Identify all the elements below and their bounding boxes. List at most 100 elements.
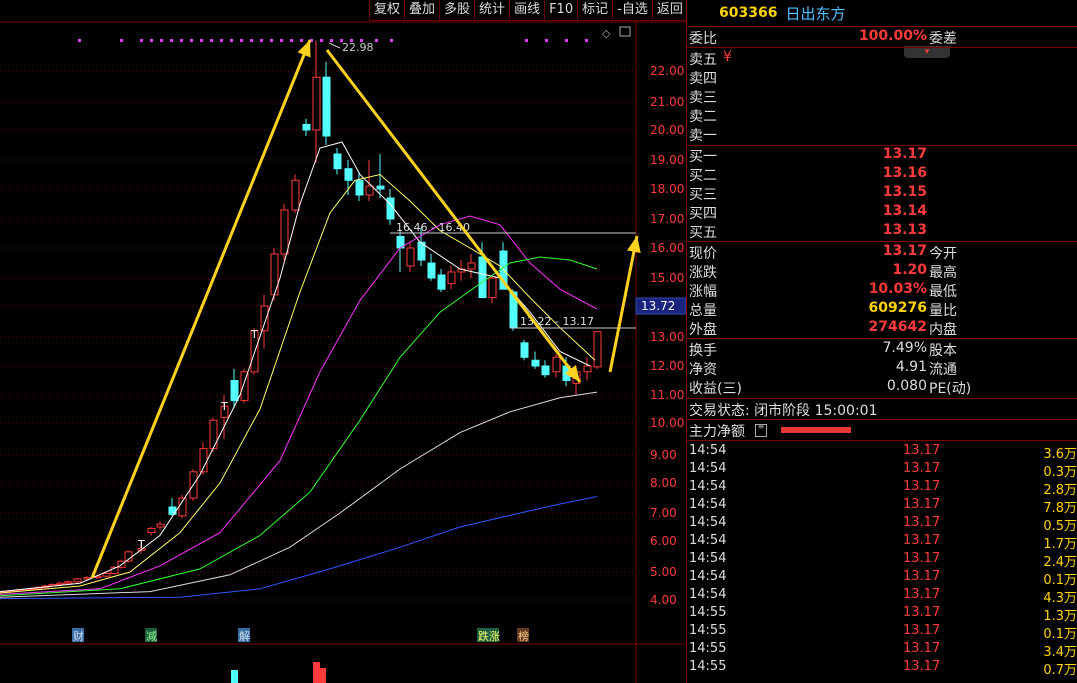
- tick-price: 13.17: [903, 479, 941, 494]
- tick-row[interactable]: 14:54 13.17 0.1万: [689, 569, 1077, 588]
- statistics-button[interactable]: 统计: [474, 0, 510, 21]
- mark-button[interactable]: 标记: [577, 0, 613, 21]
- candle-body: [447, 271, 456, 285]
- buy-level-label: 买二: [689, 168, 717, 184]
- sell-level-row[interactable]: 卖二: [689, 106, 1075, 125]
- price-axis-label: 22.00: [650, 64, 684, 78]
- signal-dot: [210, 39, 213, 42]
- candle-body: [437, 274, 446, 290]
- buy-level-row[interactable]: 买四 13.14: [689, 203, 1075, 222]
- fundamental-value: 7.49%: [882, 340, 927, 356]
- quote-stat-row: 涨幅 10.03% 最低: [689, 281, 1075, 300]
- list-icon[interactable]: ≡: [755, 423, 767, 437]
- volume-bar: [231, 670, 238, 683]
- fundamental-row: 净资 4.91 流通: [689, 359, 1075, 378]
- tick-price: 13.17: [903, 461, 941, 476]
- volume-bar: [319, 668, 326, 683]
- candle-body: [56, 582, 65, 586]
- signal-dot: [120, 39, 123, 42]
- price-axis-label: 19.00: [650, 153, 684, 167]
- overlay-button[interactable]: 叠加: [404, 0, 440, 21]
- signal-dot: [200, 39, 203, 42]
- tick-time: 14:55: [689, 623, 727, 638]
- candle-body: [312, 76, 321, 131]
- buy-level-row[interactable]: 买三 13.15: [689, 184, 1075, 203]
- sell-level-row[interactable]: 卖三: [689, 87, 1075, 106]
- kline-chart[interactable]: 22.00 21.00 20.00 19.00 18.00 17.00 16.00 15.00…: [0, 0, 686, 683]
- main-flow-row[interactable]: 主力净额 ≡: [689, 421, 1075, 440]
- add-watchlist-button[interactable]: -自选: [612, 0, 652, 21]
- restore-rights-button[interactable]: 复权: [369, 0, 405, 21]
- sell-level-row[interactable]: 卖四: [689, 68, 1075, 87]
- buy-level-price: 13.16: [882, 165, 927, 181]
- tick-time: 14:54: [689, 497, 727, 512]
- kline-chart-area[interactable]: 22.00 21.00 20.00 19.00 18.00 17.00 16.00 15.00…: [0, 0, 686, 683]
- tick-time: 14:54: [689, 569, 727, 584]
- tick-time: 14:54: [689, 533, 727, 548]
- tick-row[interactable]: 14:55 13.17 0.7万: [689, 659, 1077, 678]
- tick-time: 14:54: [689, 515, 727, 530]
- buy-level-price: 13.17: [882, 146, 927, 162]
- tick-row[interactable]: 14:54 13.17 3.6万: [689, 443, 1077, 462]
- event-badge: 榜: [518, 629, 529, 643]
- tick-row[interactable]: 14:54 13.17 4.3万: [689, 587, 1077, 606]
- tick-row[interactable]: 14:54 13.17 2.8万: [689, 479, 1077, 498]
- tick-price: 13.17: [903, 515, 941, 530]
- tick-row[interactable]: 14:55 13.17 3.4万: [689, 641, 1077, 660]
- sell-level-price: ¥: [723, 49, 732, 65]
- buy-level-price: 13.15: [882, 184, 927, 200]
- back-button[interactable]: 返回: [651, 0, 687, 21]
- fundamental-value: 0.080: [886, 378, 927, 394]
- tick-row[interactable]: 14:55 13.17 0.1万: [689, 623, 1077, 642]
- tick-row[interactable]: 14:54 13.17 0.3万: [689, 461, 1077, 480]
- quote-panel: 603366 日出东方 委比 100.00% 委差 ▾ 卖五 ¥ 卖四 卖三 卖二 卖一 …: [686, 0, 1077, 683]
- price-axis-label: 15.00: [650, 271, 684, 285]
- tick-row[interactable]: 14:54 13.17 2.4万: [689, 551, 1077, 570]
- price-axis-label: 13.00: [650, 330, 684, 344]
- signal-dot: [230, 39, 233, 42]
- buy-level-row[interactable]: 买五 13.13: [689, 222, 1075, 241]
- tick-price: 13.17: [903, 551, 941, 566]
- tick-row[interactable]: 14:54 13.17 7.8万: [689, 497, 1077, 516]
- signal-t-marker: T: [220, 400, 228, 413]
- candle-body: [64, 581, 73, 584]
- tick-volume: 0.5万: [1043, 519, 1077, 534]
- price-axis-label: 18.00: [650, 182, 684, 196]
- sell-level-row[interactable]: 卖五 ¥: [689, 49, 1075, 68]
- stat-label-2: 量比: [929, 303, 957, 319]
- sell-level-row[interactable]: 卖一: [689, 125, 1075, 144]
- draw-line-button[interactable]: 画线: [509, 0, 545, 21]
- tick-volume: 0.3万: [1043, 465, 1077, 480]
- tick-price: 13.17: [903, 623, 941, 638]
- signal-dot: [300, 39, 303, 42]
- stat-label-2: 今开: [929, 246, 957, 262]
- candle-body: [280, 209, 289, 255]
- sell-level-label: 卖一: [689, 128, 717, 144]
- ma30-line: [0, 256, 598, 597]
- stat-label: 总量: [689, 303, 717, 319]
- buy-level-row[interactable]: 买二 13.16: [689, 165, 1075, 184]
- trend-arrow-rebound-head: [627, 236, 641, 254]
- peak-marker: [328, 42, 341, 49]
- tick-time: 14:54: [689, 551, 727, 566]
- buy-level-label: 买一: [689, 149, 717, 165]
- f10-button[interactable]: F10: [544, 0, 578, 21]
- diamond-icon: ◇: [602, 27, 611, 40]
- tick-price: 13.17: [903, 641, 941, 656]
- weibi-value: 100.00%: [858, 28, 927, 44]
- candle-body: [209, 419, 218, 450]
- signal-dot: [375, 39, 378, 42]
- stat-label: 涨跌: [689, 265, 717, 281]
- candle-body: [520, 342, 529, 358]
- quote-stat-row: 外盘 274642 内盘: [689, 319, 1075, 338]
- multi-stock-button[interactable]: 多股: [439, 0, 475, 21]
- signal-dot: [525, 39, 528, 42]
- buy-level-row[interactable]: 买一 13.17: [689, 146, 1075, 165]
- tick-price: 13.17: [903, 497, 941, 512]
- tick-row[interactable]: 14:54 13.17 1.7万: [689, 533, 1077, 552]
- tick-row[interactable]: 14:54 13.17 0.5万: [689, 515, 1077, 534]
- sell-level-label: 卖二: [689, 109, 717, 125]
- tick-time: 14:55: [689, 605, 727, 620]
- tick-row[interactable]: 14:55 13.17 1.3万: [689, 605, 1077, 624]
- price-axis-label: 8.00: [650, 476, 677, 490]
